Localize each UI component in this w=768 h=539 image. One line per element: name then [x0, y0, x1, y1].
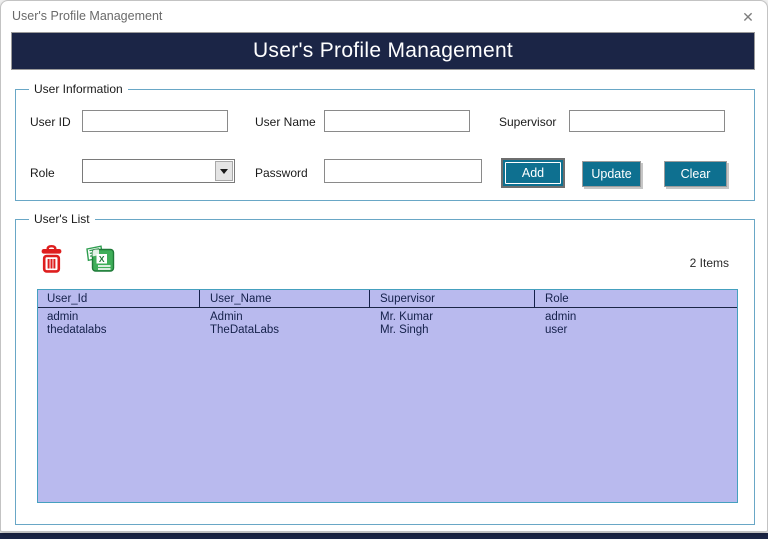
table-row[interactable]: thedatalabs TheDataLabs Mr. Singh user — [38, 324, 737, 338]
app-window: User's Profile Management ✕ User's Profi… — [0, 0, 768, 532]
table-cell: user — [545, 324, 568, 337]
clear-button-label: Clear — [680, 167, 711, 181]
close-icon[interactable]: ✕ — [738, 7, 758, 27]
table-row[interactable]: admin Admin Mr. Kumar admin — [38, 310, 737, 324]
background-bar — [0, 533, 768, 539]
user-information-groupbox: User Information User ID User Name Super… — [15, 82, 755, 201]
supervisor-input[interactable] — [569, 110, 725, 132]
user-id-input[interactable] — [82, 110, 228, 132]
user-information-legend: User Information — [29, 82, 128, 96]
user-name-input[interactable] — [324, 110, 470, 132]
table-header-cell[interactable]: Supervisor — [370, 290, 535, 307]
user-id-label: User ID — [30, 115, 71, 129]
password-input[interactable] — [324, 159, 482, 183]
table-cell: admin — [47, 310, 79, 323]
page-title: User's Profile Management — [252, 39, 514, 62]
delete-icon[interactable] — [39, 244, 64, 274]
screen: User's Profile Management ✕ User's Profi… — [0, 0, 768, 539]
window-title: User's Profile Management — [12, 9, 163, 23]
role-label: Role — [30, 166, 55, 180]
table-body: admin Admin Mr. Kumar admin thedatalabs TheDa… — [38, 308, 737, 337]
table-header-cell[interactable]: User_Name — [200, 290, 370, 307]
table-header-row: User_Id User_Name Supervisor Role — [38, 290, 737, 308]
svg-text:X: X — [99, 254, 105, 264]
table-cell: Admin — [210, 310, 243, 323]
clear-button[interactable]: Clear — [664, 161, 727, 187]
table-header-cell[interactable]: Role — [535, 290, 737, 307]
users-list-table[interactable]: User_Id User_Name Supervisor Role admin Admi… — [37, 289, 738, 503]
supervisor-label: Supervisor — [499, 115, 557, 129]
items-count: 2 Items — [689, 256, 729, 270]
role-combobox[interactable] — [82, 159, 235, 183]
table-header-cell[interactable]: User_Id — [38, 290, 200, 307]
users-list-legend: User's List — [29, 212, 95, 226]
export-to-excel-icon[interactable]: X — [85, 243, 116, 274]
title-bar: User's Profile Management ✕ — [1, 1, 767, 31]
table-cell: thedatalabs — [47, 324, 107, 337]
users-list-groupbox: User's List X 2 Items User_Id User_Name … — [15, 212, 755, 525]
combobox-dropdown-button[interactable] — [215, 161, 233, 181]
table-cell: TheDataLabs — [210, 324, 280, 337]
add-button[interactable]: Add — [501, 158, 565, 188]
user-name-label: User Name — [255, 115, 316, 129]
update-button[interactable]: Update — [582, 161, 641, 187]
table-cell: Mr. Kumar — [380, 310, 434, 323]
chevron-down-icon — [220, 168, 228, 174]
update-button-label: Update — [591, 167, 632, 181]
table-cell: Mr. Singh — [380, 324, 429, 337]
add-button-label: Add — [521, 166, 545, 180]
table-cell: admin — [545, 310, 577, 323]
password-label: Password — [255, 166, 308, 180]
header-banner: User's Profile Management — [11, 32, 755, 70]
